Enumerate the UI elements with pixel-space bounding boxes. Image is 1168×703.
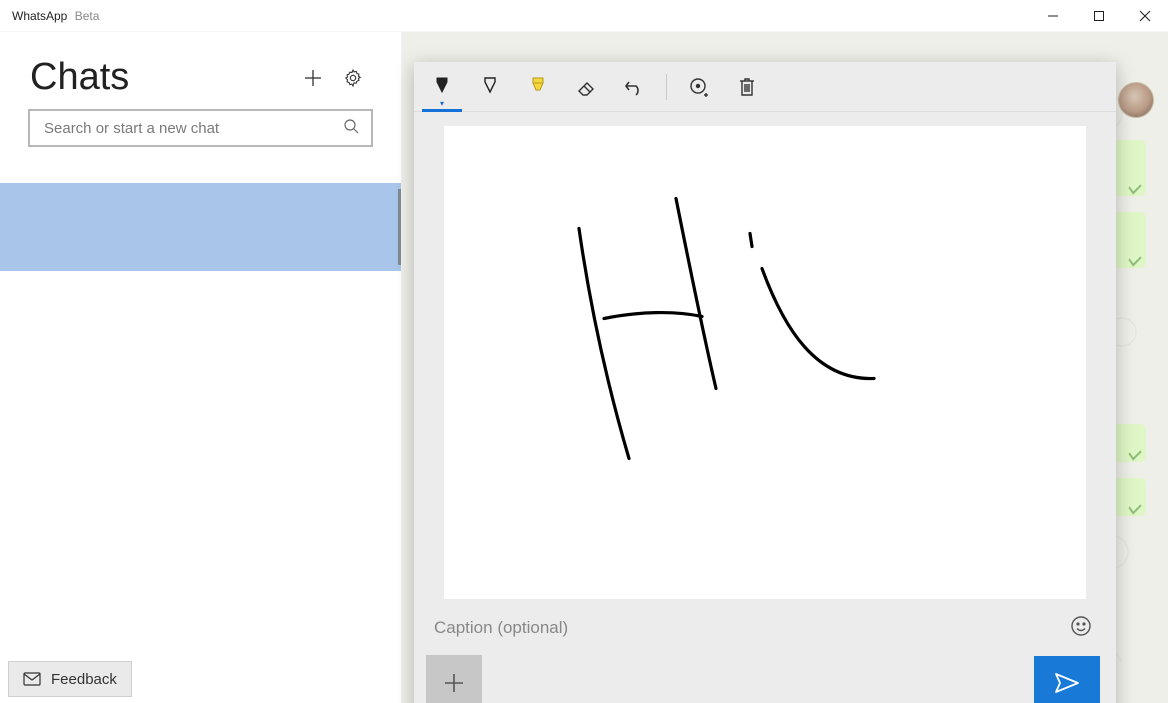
ink-toolbar: ▾ bbox=[414, 62, 1116, 112]
send-button[interactable] bbox=[1034, 656, 1100, 703]
delete-tool[interactable] bbox=[723, 63, 771, 111]
maximize-icon bbox=[1093, 10, 1105, 22]
smile-icon bbox=[1070, 615, 1092, 637]
close-button[interactable] bbox=[1122, 0, 1168, 32]
pen-outline-icon bbox=[481, 75, 499, 99]
panel-bottom-row bbox=[414, 651, 1116, 703]
disc-plus-icon bbox=[688, 76, 710, 98]
message-bubble bbox=[1112, 424, 1146, 462]
ink-strokes bbox=[444, 126, 1086, 599]
message-bubble bbox=[1112, 212, 1146, 268]
gear-icon bbox=[343, 68, 363, 88]
ink-attachment-panel: ▾ bbox=[414, 62, 1116, 703]
drawing-canvas[interactable] bbox=[444, 126, 1086, 599]
minimize-icon bbox=[1047, 10, 1059, 22]
eraser-icon bbox=[575, 76, 597, 98]
settings-button[interactable] bbox=[333, 58, 373, 98]
maximize-button[interactable] bbox=[1076, 0, 1122, 32]
mail-icon bbox=[23, 672, 41, 686]
chat-list bbox=[0, 183, 401, 271]
feedback-button[interactable]: Feedback bbox=[8, 661, 132, 697]
chat-list-item-selected[interactable] bbox=[0, 183, 401, 271]
new-chat-button[interactable] bbox=[293, 58, 333, 98]
search-box[interactable] bbox=[28, 109, 373, 147]
highlighter-icon bbox=[528, 75, 548, 99]
window-title: WhatsApp Beta bbox=[0, 9, 99, 23]
minimize-button[interactable] bbox=[1030, 0, 1076, 32]
search-input[interactable] bbox=[44, 120, 343, 137]
add-attachment-button[interactable] bbox=[426, 655, 482, 703]
pen-filled-tool[interactable]: ▾ bbox=[418, 63, 466, 111]
message-bubble bbox=[1112, 140, 1146, 196]
chevron-down-icon: ▾ bbox=[440, 99, 444, 108]
message-bubbles-peek bbox=[1112, 140, 1146, 516]
feedback-label: Feedback bbox=[51, 671, 117, 688]
eraser-tool[interactable] bbox=[562, 63, 610, 111]
trash-icon bbox=[737, 76, 757, 98]
pen-outline-tool[interactable] bbox=[466, 63, 514, 111]
undo-tool[interactable] bbox=[610, 63, 658, 111]
window-controls bbox=[1030, 0, 1168, 31]
send-icon bbox=[1054, 672, 1080, 694]
search-container bbox=[0, 109, 401, 159]
caption-input[interactable] bbox=[434, 618, 1070, 638]
plus-icon bbox=[303, 68, 323, 88]
title-bar: WhatsApp Beta bbox=[0, 0, 1168, 32]
plus-icon bbox=[441, 670, 467, 696]
app-suffix: Beta bbox=[75, 9, 100, 23]
sidebar: Chats bbox=[0, 32, 402, 703]
chats-heading: Chats bbox=[30, 56, 293, 99]
contact-avatar[interactable] bbox=[1118, 82, 1154, 118]
undo-icon bbox=[623, 76, 645, 98]
message-bubble bbox=[1112, 478, 1146, 516]
close-icon bbox=[1139, 10, 1151, 22]
pen-filled-icon bbox=[433, 75, 451, 99]
ruler-tool[interactable] bbox=[675, 63, 723, 111]
highlighter-tool[interactable] bbox=[514, 63, 562, 111]
app-name: WhatsApp bbox=[12, 9, 67, 23]
toolbar-separator bbox=[666, 74, 667, 100]
sidebar-header: Chats bbox=[0, 32, 401, 109]
emoji-button[interactable] bbox=[1070, 615, 1092, 642]
caption-row bbox=[414, 599, 1116, 651]
search-icon bbox=[343, 118, 359, 139]
